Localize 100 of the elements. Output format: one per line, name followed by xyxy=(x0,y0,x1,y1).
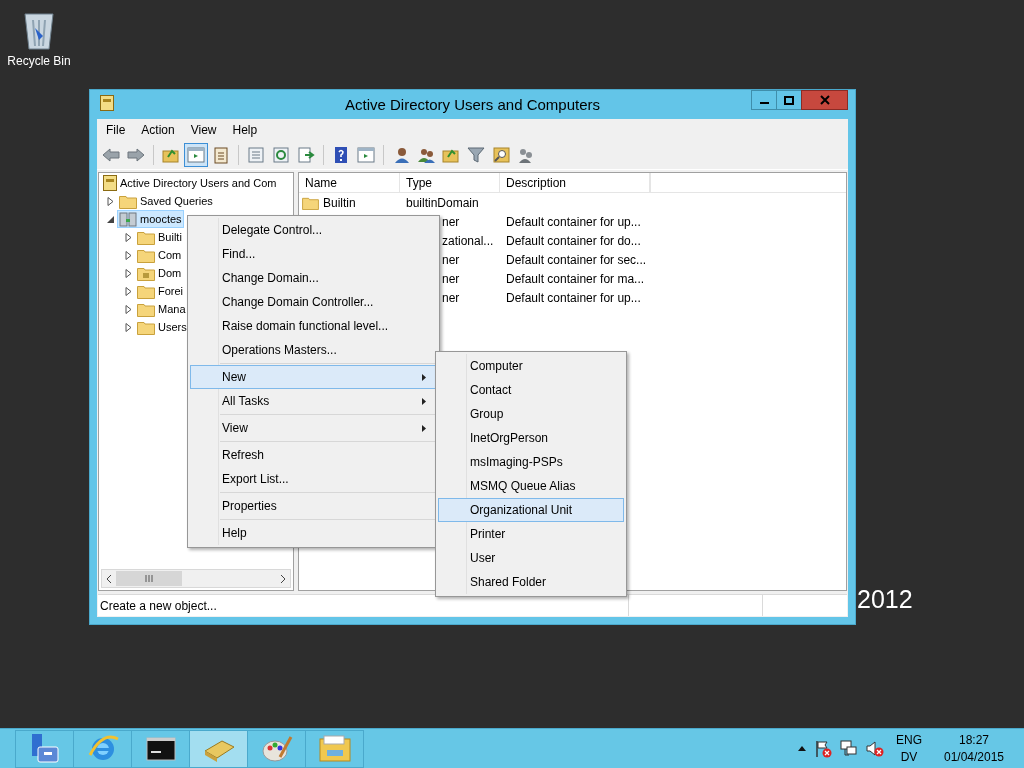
tree-item[interactable]: Dom xyxy=(135,264,184,282)
folder-icon xyxy=(317,732,352,765)
menu-item[interactable]: MSMQ Queue Alias xyxy=(438,474,624,498)
tree-item[interactable]: mooctes xyxy=(117,210,184,228)
menu-item[interactable]: New xyxy=(190,365,437,389)
table-cell: ner xyxy=(442,290,460,305)
console-tree-icon xyxy=(187,146,205,164)
maximize-icon xyxy=(784,95,794,105)
console-tree-button[interactable] xyxy=(184,143,208,167)
expander-icon[interactable] xyxy=(125,322,133,332)
close-button[interactable] xyxy=(801,90,848,110)
tree-item[interactable]: Mana xyxy=(135,300,188,318)
menu-item[interactable]: User xyxy=(438,546,624,570)
expander-icon[interactable] xyxy=(125,304,133,314)
horizontal-scrollbar[interactable] xyxy=(101,569,291,588)
minimize-icon xyxy=(759,102,769,104)
table-cell: Default container for up... xyxy=(506,214,641,229)
tree-item[interactable]: Builti xyxy=(135,228,184,246)
properties-icon xyxy=(247,146,265,164)
close-icon xyxy=(819,95,830,105)
tree-item[interactable]: Users xyxy=(135,318,189,336)
speaker-muted-icon[interactable] xyxy=(866,739,884,758)
column-header[interactable]: Type xyxy=(400,173,500,192)
forward-icon xyxy=(127,146,145,164)
menu-item[interactable]: Change Domain Controller... xyxy=(190,290,437,314)
menu-item[interactable]: Help xyxy=(224,123,266,137)
pane-icon xyxy=(357,146,375,164)
directory-icon xyxy=(103,175,117,191)
menu-item[interactable]: File xyxy=(98,123,134,137)
menu-item[interactable]: Change Domain... xyxy=(190,266,437,290)
menu-item[interactable]: Find... xyxy=(190,242,437,266)
menu-item[interactable]: Export List... xyxy=(190,467,437,491)
network-icon[interactable] xyxy=(840,739,858,758)
filter-icon xyxy=(467,146,485,164)
menu-item[interactable]: InetOrgPerson xyxy=(438,426,624,450)
grip-icon[interactable] xyxy=(145,575,153,582)
clock[interactable]: 18:27 01/04/2015 xyxy=(934,733,1014,764)
server-icon xyxy=(119,211,137,227)
table-cell: ner xyxy=(442,252,460,267)
tree-item[interactable]: Saved Queries xyxy=(117,192,215,210)
desktop-icon-label[interactable]: Recycle Bin xyxy=(7,54,71,68)
export-icon xyxy=(297,146,315,164)
table-cell: ner xyxy=(442,214,460,229)
expander-icon[interactable] xyxy=(125,268,133,278)
language-indicator[interactable]: ENG DV xyxy=(892,733,926,764)
folder-icon xyxy=(137,247,155,263)
table-cell: zational... xyxy=(442,233,494,248)
menu-item[interactable]: Refresh xyxy=(190,443,437,467)
tree-item[interactable]: Com xyxy=(135,246,184,264)
column-header[interactable]: Description xyxy=(500,173,650,192)
menu-item[interactable]: All Tasks xyxy=(190,389,437,413)
show-hidden-icons-icon[interactable] xyxy=(798,746,806,751)
directory-icon xyxy=(100,95,114,111)
table-cell: ner xyxy=(442,271,460,286)
taskbar-button[interactable] xyxy=(131,729,190,768)
tree-item[interactable]: Active Directory Users and Com xyxy=(101,174,279,192)
folder-icon xyxy=(137,283,155,299)
folder-icon xyxy=(137,265,155,281)
clipboard-icon xyxy=(212,146,230,164)
table-cell: builtinDomain xyxy=(406,195,479,210)
menu-item[interactable]: Operations Masters... xyxy=(190,338,437,362)
expander-icon[interactable] xyxy=(125,250,133,260)
menu-item[interactable]: View xyxy=(190,416,437,440)
menu-item[interactable]: Printer xyxy=(438,522,624,546)
menu-item[interactable]: Shared Folder xyxy=(438,570,624,594)
maximize-button[interactable] xyxy=(776,90,802,110)
menu-item[interactable]: msImaging-PSPs xyxy=(438,450,624,474)
expander-icon[interactable] xyxy=(107,214,115,224)
table-cell: Default container for ma... xyxy=(506,271,645,286)
refresh-icon xyxy=(272,146,290,164)
help-icon xyxy=(332,146,350,164)
menu-item[interactable]: Help xyxy=(190,521,437,545)
window-title: Active Directory Users and Computers xyxy=(343,96,602,113)
expander-icon[interactable] xyxy=(125,286,133,296)
group-icon xyxy=(517,146,535,164)
menu-item[interactable]: Action xyxy=(133,123,183,137)
flag-icon[interactable] xyxy=(814,739,832,758)
tree-item[interactable]: Forei xyxy=(135,282,186,300)
menu-item[interactable]: Raise domain functional level... xyxy=(190,314,437,338)
expander-icon[interactable] xyxy=(125,232,133,242)
menu-item[interactable]: Properties xyxy=(190,494,437,518)
folder-icon xyxy=(302,195,319,210)
user-icon xyxy=(392,146,410,164)
table-cell: Default container for up... xyxy=(506,290,641,305)
folder-icon xyxy=(137,301,155,317)
column-header[interactable]: Name xyxy=(299,173,400,192)
back-icon xyxy=(102,146,120,164)
minimize-button[interactable] xyxy=(751,90,777,110)
menu-item[interactable]: View xyxy=(182,123,225,137)
menu-item[interactable]: Contact xyxy=(438,378,624,402)
menu-item[interactable]: Group xyxy=(438,402,624,426)
expander-icon[interactable] xyxy=(107,196,115,206)
menu-item[interactable]: Delegate Control... xyxy=(190,218,437,242)
folder-icon xyxy=(137,319,155,335)
find-icon xyxy=(492,146,510,164)
table-cell: Default container for do... xyxy=(506,233,641,248)
table-cell: Default container for sec... xyxy=(506,252,647,267)
menu-item[interactable]: Computer xyxy=(438,354,624,378)
wallpaper-text: 2012 xyxy=(857,585,913,614)
menu-item[interactable]: Organizational Unit xyxy=(438,498,624,522)
